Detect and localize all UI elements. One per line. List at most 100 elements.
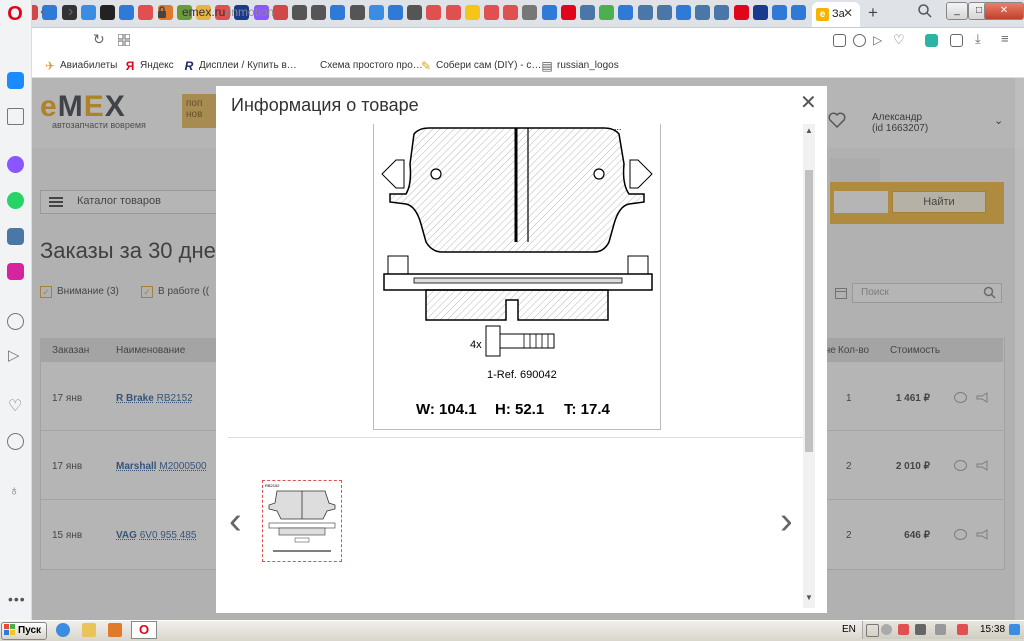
tab-favicon[interactable] <box>599 5 615 20</box>
tray-expand-icon[interactable] <box>866 624 879 637</box>
reload-icon[interactable]: ↻ <box>93 31 105 48</box>
thickness-label: T: 17.4 <box>564 401 611 418</box>
close-icon[interactable]: ✕ <box>800 90 817 115</box>
tab-favicon[interactable] <box>656 5 672 20</box>
tab-favicon[interactable] <box>618 5 634 20</box>
tab-favicon[interactable] <box>368 5 384 20</box>
tab-favicon[interactable] <box>292 5 307 20</box>
player-icon[interactable] <box>7 313 24 330</box>
minimize-button[interactable]: _ <box>946 2 968 20</box>
tray-signal-icon[interactable] <box>935 624 946 635</box>
tab-favicon[interactable] <box>484 5 499 20</box>
tray-security-icon[interactable] <box>898 624 909 635</box>
media-player-icon[interactable] <box>108 623 122 637</box>
folder-icon[interactable] <box>82 623 96 637</box>
home-icon[interactable] <box>7 72 24 89</box>
send-sidebar-icon[interactable]: ▷ <box>8 346 20 364</box>
tab-favicon[interactable] <box>752 5 768 20</box>
messenger-icon[interactable] <box>7 156 24 173</box>
page-scrollbar[interactable] <box>1015 78 1024 620</box>
url-field[interactable]: emex.ru/inmotion <box>182 5 274 19</box>
tray-app-icon[interactable] <box>881 624 892 635</box>
tab-favicon[interactable] <box>637 5 653 20</box>
tab-favicon[interactable] <box>388 5 403 20</box>
favorites-icon[interactable]: ♡ <box>8 396 22 416</box>
tab-favicon[interactable] <box>138 5 154 20</box>
r-icon: R <box>184 59 194 73</box>
tray-volume-icon[interactable] <box>957 624 968 635</box>
tab-favicon[interactable] <box>426 5 442 20</box>
vpn-icon[interactable] <box>925 34 938 47</box>
adblock-icon[interactable] <box>853 34 866 47</box>
tab-favicon[interactable] <box>560 5 576 20</box>
camera-icon[interactable] <box>833 34 846 47</box>
lock-icon[interactable] <box>157 6 167 18</box>
tray-network-icon[interactable] <box>915 624 926 635</box>
download-icon[interactable]: ⤓ <box>975 31 981 47</box>
pencil-icon: ✎ <box>420 59 432 73</box>
language-indicator[interactable]: EN <box>842 624 856 635</box>
image-thumbnail[interactable]: RB2152 <box>262 480 342 562</box>
speed-dial-icon[interactable] <box>7 108 24 125</box>
whatsapp-icon[interactable] <box>7 192 24 209</box>
back-icon[interactable]: ‹ <box>40 3 45 21</box>
modal-scrollbar-thumb[interactable] <box>805 170 813 452</box>
tab-favicon[interactable] <box>541 5 557 20</box>
tab-favicon[interactable] <box>522 5 538 20</box>
tab-favicon[interactable] <box>349 5 365 20</box>
plane-icon: ✈ <box>44 59 56 73</box>
taskbar-opera[interactable]: O <box>131 621 157 639</box>
scroll-up-icon[interactable]: ▲ <box>805 126 813 135</box>
tab-favicon[interactable] <box>100 5 115 20</box>
tab-favicon[interactable] <box>733 5 749 20</box>
tab-close-icon[interactable]: ✕ <box>843 6 853 20</box>
cube-icon[interactable] <box>950 34 963 47</box>
opera-logo-icon[interactable]: O <box>5 4 25 24</box>
bookmark-displays[interactable]: R Дисплеи / Купить в… <box>183 60 297 72</box>
tab-favicon[interactable] <box>791 5 807 20</box>
tray-notification-icon[interactable] <box>1009 624 1020 635</box>
prev-image-icon[interactable]: ‹ <box>229 500 242 543</box>
instagram-icon[interactable] <box>7 263 24 280</box>
history-icon[interactable] <box>7 433 24 450</box>
yandex-icon: Я <box>125 59 135 73</box>
vk-icon[interactable] <box>7 228 24 245</box>
heart-outline-icon[interactable]: ♡ <box>893 32 905 48</box>
tab-favicon[interactable] <box>311 5 327 20</box>
tab-favicon[interactable] <box>580 5 595 20</box>
drawing-ellipsis: ... <box>614 124 622 132</box>
tab-favicon[interactable] <box>503 5 519 20</box>
next-image-icon[interactable]: › <box>780 500 793 543</box>
brake-pad-drawing: ... 4x 1-Ref. 690042 W: 104.1 H: 52.1 T:… <box>373 124 661 430</box>
tab-favicon[interactable] <box>330 5 346 20</box>
more-icon[interactable]: ••• <box>8 591 26 607</box>
tab-favicon[interactable] <box>119 5 135 20</box>
opera-sidebar <box>0 0 32 620</box>
menu-icon[interactable]: ≡ <box>1001 31 1009 46</box>
scroll-down-icon[interactable]: ▼ <box>805 593 813 602</box>
tab-favicon[interactable] <box>464 5 480 20</box>
bookmark-aviabilety[interactable]: ✈ Авиабилеты <box>44 60 117 72</box>
ie-icon[interactable] <box>56 623 70 637</box>
bookmark-schema[interactable]: Схема простого про… <box>320 60 423 71</box>
tab-search-icon[interactable] <box>917 3 933 19</box>
tab-favicon[interactable] <box>772 5 787 20</box>
new-tab-button[interactable]: + <box>868 3 878 23</box>
tab-favicon[interactable] <box>445 5 461 20</box>
tab-favicon[interactable] <box>714 5 730 20</box>
tabs-grid-icon[interactable] <box>118 34 130 46</box>
tab-favicon[interactable] <box>272 5 288 20</box>
bookmark-diy[interactable]: ✎ Собери сам (DIY) - с… <box>420 60 541 72</box>
send-icon[interactable]: ▷ <box>873 33 882 47</box>
url-domain: emex.ru <box>182 5 226 19</box>
tab-favicon[interactable] <box>80 5 96 20</box>
bookmark-russian-logos[interactable]: ▤ russian_logos <box>541 60 618 72</box>
brake-pad-svg: ... 4x 1-Ref. 690042 W: 104.1 H: 52.1 T:… <box>381 124 653 418</box>
tab-favicon[interactable] <box>407 5 423 20</box>
bulb-icon[interactable]: ♁ <box>9 482 20 498</box>
forward-icon[interactable]: › <box>68 3 73 21</box>
tab-favicon[interactable] <box>695 5 711 20</box>
bookmark-yandex[interactable]: Я Яндекс <box>124 60 174 72</box>
close-window-button[interactable]: ✕ <box>984 2 1024 20</box>
tab-favicon[interactable] <box>676 5 691 20</box>
